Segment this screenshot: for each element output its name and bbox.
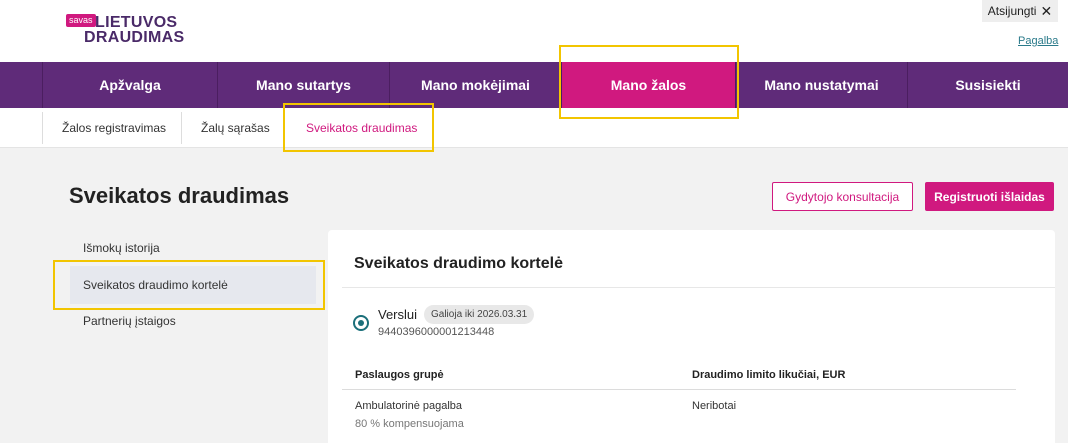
nav-item-mano-nustatymai[interactable]: Mano nustatymai <box>735 62 907 108</box>
main-nav: Apžvalga Mano sutartys Mano mokėjimai Ma… <box>0 62 1068 108</box>
table-cell-limit: Neribotai <box>692 400 737 412</box>
tab-sveikatos-draudimas[interactable]: Sveikatos draudimas <box>287 112 433 144</box>
tab-zalos-registravimas[interactable]: Žalos registravimas <box>42 112 181 144</box>
close-icon: ✕ <box>1040 2 1053 19</box>
nav-item-mano-zalos[interactable]: Mano žalos <box>561 62 735 108</box>
divider <box>342 287 1055 288</box>
doctor-consultation-button[interactable]: Gydytojo konsultacija <box>772 182 913 211</box>
card-title: Sveikatos draudimo kortelė <box>354 255 563 272</box>
validity-badge: Galioja iki 2026.03.31 <box>424 305 535 324</box>
logo-badge: savas <box>66 14 96 27</box>
plan-number: 9440396000001213448 <box>378 326 495 338</box>
page-title: Sveikatos draudimas <box>69 183 290 208</box>
insurance-card-panel: Sveikatos draudimo kortelė Verslui Galio… <box>328 230 1055 443</box>
plan-name: Verslui <box>378 307 418 322</box>
nav-item-mano-mokejimai[interactable]: Mano mokėjimai <box>389 62 561 108</box>
top-header: savas LIETUVOS DRAUDIMAS Atsijungti ✕ Pa… <box>0 0 1068 62</box>
sidebar-item-draudimo-kortele[interactable]: Sveikatos draudimo kortelė <box>70 266 316 304</box>
table-header-service-group: Paslaugos grupė <box>355 369 444 381</box>
sub-nav: Žalos registravimas Žalų sąrašas Sveikat… <box>0 108 1068 148</box>
nav-item-apzvalga[interactable]: Apžvalga <box>42 62 217 108</box>
table-header-limit: Draudimo limito likučiai, EUR <box>692 369 846 381</box>
logo-text-line2: DRAUDIMAS <box>84 29 185 46</box>
logout-label: Atsijungti <box>987 4 1037 18</box>
sidebar-item-ismoku-istorija[interactable]: Išmokų istorija <box>70 229 316 267</box>
nav-item-susisiekti[interactable]: Susisiekti <box>907 62 1068 108</box>
table-cell-compensation-note: 80 % kompensuojama <box>355 418 464 430</box>
table-cell-service-group: Ambulatorinė pagalba <box>355 400 463 412</box>
sidebar-item-partneriu-istaigos[interactable]: Partnerių įstaigos <box>70 302 316 340</box>
nav-item-mano-sutartys[interactable]: Mano sutartys <box>217 62 389 108</box>
tab-zalu-sarasas[interactable]: Žalų sąrašas <box>181 112 285 144</box>
logout-button[interactable]: Atsijungti ✕ <box>982 0 1058 22</box>
plan-radio[interactable] <box>353 315 369 331</box>
logo[interactable]: savas LIETUVOS DRAUDIMAS <box>66 14 184 48</box>
register-expenses-button[interactable]: Registruoti išlaidas <box>925 182 1054 211</box>
help-link[interactable]: Pagalba <box>1018 35 1058 47</box>
table-divider <box>342 389 1016 390</box>
